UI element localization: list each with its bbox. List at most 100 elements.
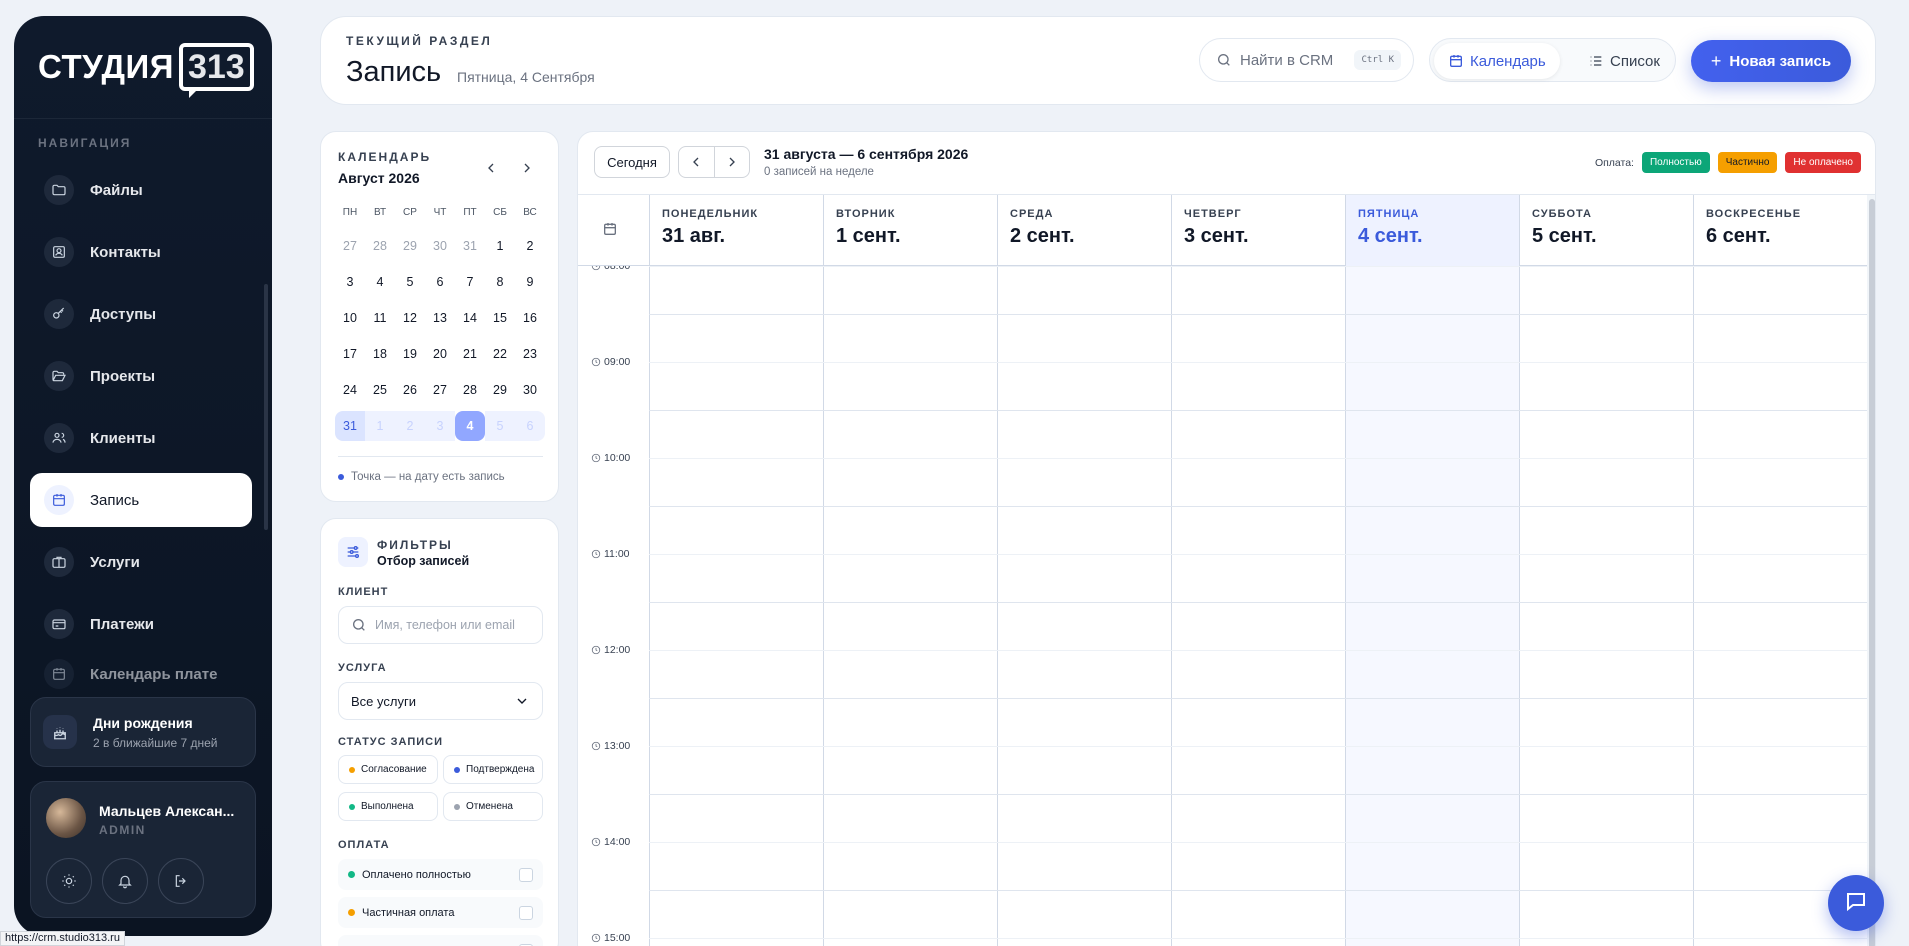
time-grid[interactable]: 08:00 09:00 10:00 11:00 12:00 13:00 14:00 15:00 [578,266,1867,946]
next-month-button[interactable] [517,158,537,178]
new-record-button[interactable]: + Новая запись [1691,40,1851,82]
mini-calendar-day[interactable]: 3 [335,267,365,297]
weekday-label: ВТ [373,207,387,218]
day-header[interactable]: ПЯТНИЦА 4 сент. [1345,195,1519,266]
mini-calendar-day[interactable]: 1 [485,231,515,261]
day-column[interactable] [1345,266,1519,946]
mini-calendar-day[interactable]: 13 [425,303,455,333]
prev-week-button[interactable] [679,147,715,177]
theme-toggle-button[interactable] [46,858,92,904]
mini-calendar-day[interactable]: 6 [515,411,545,441]
mini-calendar-day[interactable]: 28 [455,375,485,405]
mini-calendar-day[interactable]: 30 [515,375,545,405]
day-date: 1 сент. [836,225,901,247]
mini-calendar-day[interactable]: 26 [395,375,425,405]
mini-calendar-day[interactable]: 23 [515,339,545,369]
day-header[interactable]: ЧЕТВЕРГ 3 сент. [1171,195,1345,266]
mini-calendar-day[interactable]: 5 [485,411,515,441]
mini-calendar-day[interactable]: 11 [365,303,395,333]
mini-calendar-day[interactable]: 5 [395,267,425,297]
day-header[interactable]: ВТОРНИК 1 сент. [823,195,997,266]
avatar[interactable] [46,798,86,838]
day-column[interactable] [1171,266,1345,946]
mini-calendar-day[interactable]: 1 [365,411,395,441]
mini-calendar-day[interactable]: 31 [455,231,485,261]
mini-calendar-day[interactable]: 28 [365,231,395,261]
mini-calendar-day[interactable]: 9 [515,267,545,297]
sidebar-scrollbar[interactable] [264,284,268,530]
prev-month-button[interactable] [481,158,501,178]
mini-calendar-day[interactable]: 18 [365,339,395,369]
status-chip-cancelled[interactable]: Отменена [443,792,543,821]
sidebar-item-5[interactable]: Запись [30,473,252,527]
mini-calendar-day[interactable]: 2 [395,411,425,441]
logo[interactable]: СТУДИЯ 313 [14,16,272,119]
sidebar-item-2[interactable]: Доступы [30,287,252,341]
sidebar-item-8[interactable]: Календарь плате [30,659,252,689]
checkbox[interactable] [519,905,533,920]
calendar-scrollbar[interactable] [1867,195,1875,946]
mini-calendar-day[interactable]: 7 [455,267,485,297]
sidebar-item-0[interactable]: Файлы [30,163,252,217]
status-chip-confirmed[interactable]: Подтверждена [443,755,543,784]
view-calendar-button[interactable]: Календарь [1434,43,1560,79]
mini-calendar-day[interactable]: 30 [425,231,455,261]
mini-calendar-day[interactable]: 19 [395,339,425,369]
bell-icon [117,873,133,889]
view-list-button[interactable]: Список [1574,43,1674,79]
mini-calendar-day[interactable]: 27 [335,231,365,261]
mini-calendar-day[interactable]: 8 [485,267,515,297]
mini-calendar-day[interactable]: 6 [425,267,455,297]
day-header[interactable]: ВОСКРЕСЕНЬЕ 6 сент. [1693,195,1867,266]
mini-calendar-day[interactable]: 14 [455,303,485,333]
day-column[interactable] [823,266,997,946]
day-column[interactable] [1693,266,1867,946]
mini-calendar-day[interactable]: 24 [335,375,365,405]
day-column[interactable] [997,266,1171,946]
payment-filter-partial[interactable]: Частичная оплата [338,897,543,928]
birthdays-card[interactable]: Дни рождения 2 в ближайшие 7 дней [30,697,256,767]
day-column[interactable] [649,266,823,946]
status-chip-done[interactable]: Выполнена [338,792,438,821]
payment-filter-more[interactable] [338,935,543,946]
next-week-button[interactable] [715,147,750,177]
mini-calendar-day[interactable]: 2 [515,231,545,261]
mini-calendar-day[interactable]: 12 [395,303,425,333]
mini-calendar-day[interactable]: 22 [485,339,515,369]
mini-calendar-day[interactable]: 27 [425,375,455,405]
sidebar-item-4[interactable]: Клиенты [30,411,252,465]
service-select[interactable]: Все услуги [338,682,543,720]
notifications-button[interactable] [102,858,148,904]
today-button[interactable]: Сегодня [594,146,670,178]
day-header[interactable]: СУББОТА 5 сент. [1519,195,1693,266]
sidebar-item-1[interactable]: Контакты [30,225,252,279]
mini-calendar-day[interactable]: 21 [455,339,485,369]
mini-calendar-day[interactable]: 3 [425,411,455,441]
mini-calendar-day[interactable]: 25 [365,375,395,405]
client-search-input[interactable]: Имя, телефон или email [338,606,543,644]
sidebar-item-6[interactable]: Услуги [30,535,252,589]
sidebar-item-7[interactable]: Платежи [30,597,252,651]
mini-calendar-day[interactable]: 4 [455,411,485,441]
mini-calendar-day[interactable]: 20 [425,339,455,369]
sidebar-item-3[interactable]: Проекты [30,349,252,403]
checkbox[interactable] [519,867,533,882]
mini-calendar-day[interactable]: 15 [485,303,515,333]
scrollbar-thumb[interactable] [1869,199,1875,946]
payment-filter-full[interactable]: Оплачено полностью [338,859,543,890]
day-header[interactable]: ПОНЕДЕЛЬНИК 31 авг. [649,195,823,266]
mini-calendar-day[interactable]: 31 [335,411,365,441]
filters-panel: ФИЛЬТРЫ Отбор записей КЛИЕНТ Имя, телефо… [320,518,559,946]
mini-calendar-day[interactable]: 4 [365,267,395,297]
logout-button[interactable] [158,858,204,904]
mini-calendar-day[interactable]: 16 [515,303,545,333]
status-chip-approval[interactable]: Согласование [338,755,438,784]
mini-calendar-day[interactable]: 17 [335,339,365,369]
day-header[interactable]: СРЕДА 2 сент. [997,195,1171,266]
chat-button[interactable] [1828,875,1884,931]
mini-calendar-day[interactable]: 10 [335,303,365,333]
mini-calendar-day[interactable]: 29 [485,375,515,405]
day-column[interactable] [1519,266,1693,946]
search-input[interactable]: Найти в CRM Ctrl K [1199,38,1414,82]
mini-calendar-day[interactable]: 29 [395,231,425,261]
